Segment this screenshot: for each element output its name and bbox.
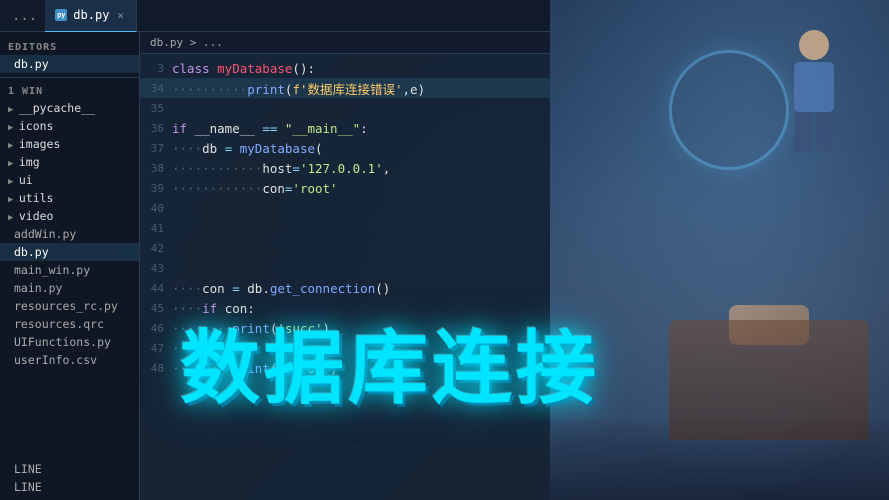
- tab-close-button[interactable]: ×: [115, 9, 126, 22]
- code-breadcrumb: db.py > ...: [140, 32, 550, 54]
- line-number-46: 46: [140, 322, 172, 335]
- room-background: [550, 0, 889, 500]
- sidebar-file-uifunctions[interactable]: UIFunctions.py: [0, 333, 139, 351]
- line-number-34: 34: [140, 82, 172, 95]
- sidebar-folder-icons[interactable]: icons: [0, 117, 139, 135]
- tab-label: db.py: [73, 8, 109, 22]
- sidebar-item-db-py[interactable]: db.py: [0, 55, 139, 73]
- line-number-40: 40: [140, 202, 172, 215]
- code-line-34: 34 ··········print(f'数据库连接错误',e): [140, 78, 550, 98]
- sidebar-folder-utils[interactable]: utils: [0, 189, 139, 207]
- line-number-47: 47: [140, 342, 172, 355]
- tab-bar: ... py db.py ×: [0, 0, 550, 32]
- figure-leg-right: [816, 112, 834, 152]
- line-number-41: 41: [140, 222, 172, 235]
- sidebar-file-addwin[interactable]: addWin.py: [0, 225, 139, 243]
- sidebar-folder-images[interactable]: images: [0, 135, 139, 153]
- line-number-37: 37: [140, 142, 172, 155]
- figure-legs: [794, 112, 834, 152]
- sidebar-status-line2: LINE: [0, 478, 139, 496]
- code-line-35: 35: [140, 98, 550, 118]
- line-number-43: 43: [140, 262, 172, 275]
- sidebar-file-resources-qrc[interactable]: resources.qrc: [0, 315, 139, 333]
- sidebar-file-userinfo[interactable]: userInfo.csv: [0, 351, 139, 369]
- sidebar: EDITORS db.py 1 WIN __pycache__ icons im…: [0, 32, 140, 500]
- line-content-38: ············host='127.0.0.1',: [172, 161, 550, 176]
- sidebar-folder-img[interactable]: img: [0, 153, 139, 171]
- line-number-42: 42: [140, 242, 172, 255]
- win-label: 1 WIN: [0, 77, 139, 99]
- active-tab[interactable]: py db.py ×: [45, 0, 137, 32]
- line-content-36: if __name__ == "__main__":: [172, 121, 550, 136]
- code-line-36: 36 if __name__ == "__main__":: [140, 118, 550, 138]
- line-content-34: ··········print(f'数据库连接错误',e): [172, 79, 550, 98]
- code-line-38: 38 ············host='127.0.0.1',: [140, 158, 550, 178]
- sidebar-status-line1: LINE: [0, 460, 139, 478]
- figure-torso: [794, 62, 834, 112]
- sidebar-folder-video[interactable]: video: [0, 207, 139, 225]
- line-content-44: ····con = db.get_connection(): [172, 281, 550, 296]
- line-number-3: 3: [140, 62, 172, 75]
- sidebar-folder-pycache[interactable]: __pycache__: [0, 99, 139, 117]
- line-number-39: 39: [140, 182, 172, 195]
- python-file-icon: py: [55, 9, 67, 21]
- line-number-45: 45: [140, 302, 172, 315]
- sidebar-bottom: LINE LINE: [0, 456, 139, 500]
- sidebar-file-db[interactable]: db.py: [0, 243, 139, 261]
- figure-head: [799, 30, 829, 60]
- editors-section: EDITORS db.py: [0, 32, 139, 77]
- code-line-40: 40: [140, 198, 550, 218]
- sidebar-file-resources-rc[interactable]: resources_rc.py: [0, 297, 139, 315]
- code-editor[interactable]: db.py > ... 3 class myDatabase(): 34 ···…: [140, 32, 550, 500]
- tab-ellipsis[interactable]: ...: [4, 8, 45, 24]
- room-bed: [669, 320, 869, 440]
- character-figure: [794, 30, 834, 152]
- ide-container: ... py db.py × EDITORS db.py 1 WIN __pyc…: [0, 0, 550, 500]
- decorative-ring: [669, 50, 789, 170]
- code-line-39: 39 ············con='root': [140, 178, 550, 198]
- line-number-48: 48: [140, 362, 172, 375]
- figure-leg-left: [794, 112, 812, 152]
- sidebar-folder-ui[interactable]: ui: [0, 171, 139, 189]
- editors-label: EDITORS: [0, 36, 139, 55]
- line-content-3: class myDatabase():: [172, 61, 550, 76]
- line-number-44: 44: [140, 282, 172, 295]
- sidebar-file-main[interactable]: main.py: [0, 279, 139, 297]
- code-line-37: 37 ····db = myDatabase(: [140, 138, 550, 158]
- code-line-3: 3 class myDatabase():: [140, 58, 550, 78]
- line-number-35: 35: [140, 102, 172, 115]
- line-number-36: 36: [140, 122, 172, 135]
- sidebar-file-main-win[interactable]: main_win.py: [0, 261, 139, 279]
- code-line-43: 43: [140, 258, 550, 278]
- code-line-41: 41: [140, 218, 550, 238]
- line-content-39: ············con='root': [172, 181, 550, 196]
- line-number-38: 38: [140, 162, 172, 175]
- line-content-37: ····db = myDatabase(: [172, 141, 550, 156]
- code-line-44: 44 ····con = db.get_connection(): [140, 278, 550, 298]
- overlay-title: 数据库连接: [180, 304, 600, 420]
- code-line-42: 42: [140, 238, 550, 258]
- breadcrumb-path: db.py > ...: [150, 36, 223, 49]
